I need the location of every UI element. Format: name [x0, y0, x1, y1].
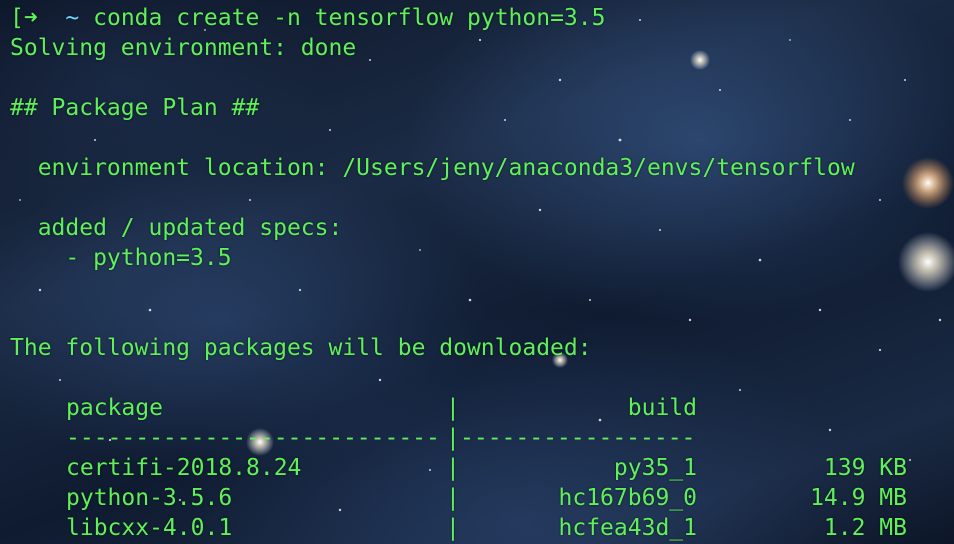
- table-header-divider: |: [446, 395, 460, 421]
- row-build: hcfea43d_1: [558, 515, 697, 541]
- row-size: 14.9 MB: [810, 485, 907, 511]
- specs-header-line: added / updated specs:: [10, 215, 343, 241]
- terminal-output: [➜ ~ conda create -n tensorflow python=3…: [0, 0, 954, 544]
- row-build: py35_1: [613, 455, 697, 481]
- command-text: conda create -n tensorflow python=3.5: [93, 5, 606, 31]
- row-size: 139 KB: [823, 455, 907, 481]
- row-size: 1.2 MB: [823, 515, 907, 541]
- package-plan-header: ## Package Plan ##: [10, 95, 260, 121]
- row-package: libcxx-4.0.1: [66, 515, 233, 541]
- row-divider: |: [446, 455, 460, 481]
- table-rule-right: -----------------: [460, 425, 696, 451]
- table-header-package: package: [66, 395, 163, 421]
- row-package: certifi-2018.8.24: [66, 455, 302, 481]
- home-dir-tilde: ~: [65, 5, 80, 31]
- prompt-arrow-icon: [➜: [10, 5, 38, 31]
- row-divider: |: [446, 485, 460, 511]
- table-header-build: build: [627, 395, 697, 421]
- terminal-window[interactable]: [➜ ~ conda create -n tensorflow python=3…: [0, 0, 954, 544]
- environment-location-line: environment location: /Users/jeny/anacon…: [10, 155, 855, 181]
- solving-line: Solving environment: done: [10, 35, 357, 61]
- row-divider: |: [446, 515, 460, 541]
- row-build: hc167b69_0: [558, 485, 697, 511]
- table-rule-divider: |: [446, 425, 460, 451]
- row-package: python-3.5.6: [66, 485, 233, 511]
- prompt-line: [➜ ~ conda create -n tensorflow python=3…: [10, 3, 605, 33]
- download-header-line: The following packages will be downloade…: [10, 335, 592, 361]
- spec-item-line: - python=3.5: [10, 245, 232, 271]
- table-rule-left: ---------------------------: [66, 425, 440, 451]
